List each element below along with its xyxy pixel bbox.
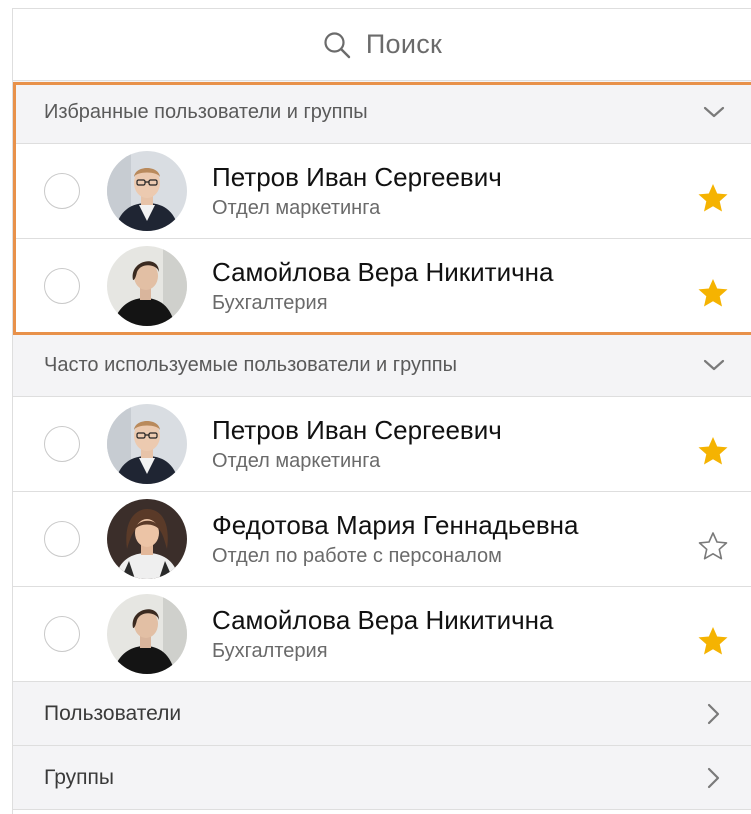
list-item[interactable]: Петров Иван Сергеевич Отдел маркетинга <box>13 397 751 492</box>
star-filled-icon[interactable] <box>697 277 729 309</box>
section-frequent-title: Часто используемые пользователи и группы <box>44 353 457 376</box>
section-favorites-header[interactable]: Избранные пользователи и группы <box>13 81 751 144</box>
chevron-right-icon <box>701 702 725 726</box>
nav-users[interactable]: Пользователи <box>13 682 751 746</box>
contact-picker: Поиск Избранные пользователи и группы Пе… <box>12 8 751 814</box>
star-outline-icon[interactable] <box>697 530 729 562</box>
chevron-right-icon <box>701 766 725 790</box>
nav-users-label: Пользователи <box>44 701 182 725</box>
list-item[interactable]: Самойлова Вера Никитична Бухгалтерия <box>13 587 751 682</box>
star-filled-icon[interactable] <box>697 625 729 657</box>
user-name: Самойлова Вера Никитична <box>212 605 554 635</box>
user-department: Отдел маркетинга <box>212 450 381 472</box>
user-name: Петров Иван Сергеевич <box>212 415 502 445</box>
avatar <box>107 246 187 326</box>
list-item[interactable]: Петров Иван Сергеевич Отдел маркетинга <box>13 144 751 239</box>
nav-groups-label: Группы <box>44 765 114 789</box>
search-label: Поиск <box>365 29 443 59</box>
select-radio[interactable] <box>44 173 80 209</box>
list-item[interactable]: Самойлова Вера Никитична Бухгалтерия <box>13 239 751 334</box>
search-bar[interactable]: Поиск <box>13 9 751 81</box>
select-radio[interactable] <box>44 521 80 557</box>
select-radio[interactable] <box>44 616 80 652</box>
star-filled-icon[interactable] <box>697 182 729 214</box>
select-radio[interactable] <box>44 426 80 462</box>
avatar <box>107 151 187 231</box>
section-frequent-header[interactable]: Часто используемые пользователи и группы <box>13 334 751 397</box>
user-name: Самойлова Вера Никитична <box>212 257 554 287</box>
avatar <box>107 404 187 484</box>
list-item[interactable]: Федотова Мария Геннадьевна Отдел по рабо… <box>13 492 751 587</box>
user-department: Бухгалтерия <box>212 292 328 314</box>
avatar <box>107 499 187 579</box>
chevron-down-icon[interactable] <box>701 352 727 378</box>
avatar <box>107 594 187 674</box>
chevron-down-icon[interactable] <box>701 99 727 125</box>
user-department: Отдел маркетинга <box>212 197 381 219</box>
section-favorites-title: Избранные пользователи и группы <box>44 100 368 123</box>
user-name: Петров Иван Сергеевич <box>212 162 502 192</box>
user-name: Федотова Мария Геннадьевна <box>212 510 579 540</box>
user-department: Отдел по работе с персоналом <box>212 545 502 567</box>
user-department: Бухгалтерия <box>212 640 328 662</box>
nav-groups[interactable]: Группы <box>13 746 751 810</box>
star-filled-icon[interactable] <box>697 435 729 467</box>
search-icon <box>324 31 351 58</box>
select-radio[interactable] <box>44 268 80 304</box>
